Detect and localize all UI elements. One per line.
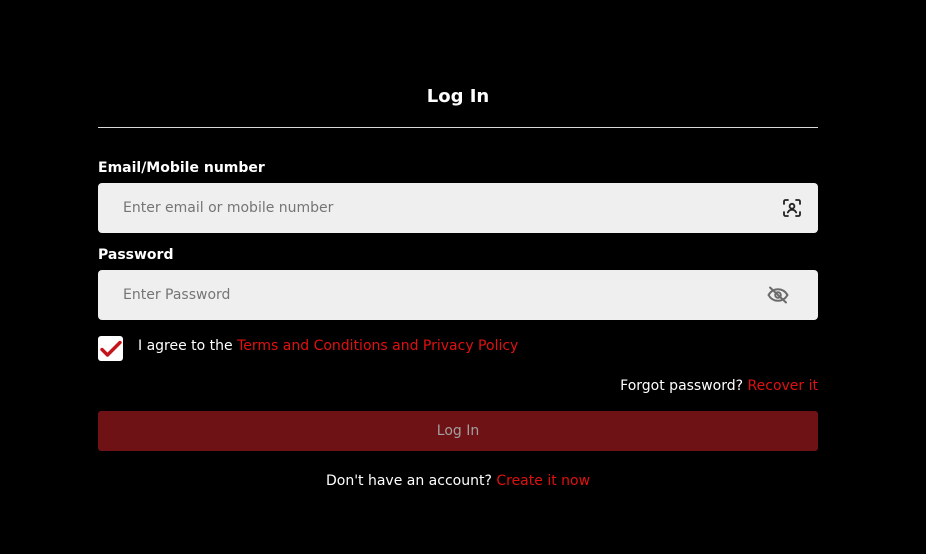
password-field-container [98,270,818,320]
page-title: Log In [426,86,490,107]
login-button[interactable]: Log In [98,411,818,451]
password-label: Password [98,247,174,263]
signup-text: Don't have an account? [325,473,497,489]
title-divider [98,127,818,128]
email-label: Email/Mobile number [98,160,265,176]
email-input[interactable] [98,183,738,233]
agreement-text: I agree to the Terms and Conditions and … [138,337,518,355]
email-field-container [98,183,818,233]
create-account-link[interactable]: Create it now [496,473,590,489]
login-page: Log In Email/Mobile number Password [0,0,926,554]
forgot-password-row: Forgot password? Recover it [620,377,818,395]
agree-checkbox[interactable] [98,336,123,361]
face-scan-icon[interactable] [781,197,803,219]
checkmark-icon [99,340,122,357]
eye-off-icon[interactable] [767,284,789,306]
signup-row: Don't have an account? Create it now [98,472,818,490]
agreement-prefix: I agree to the [138,338,238,354]
recover-link[interactable]: Recover it [748,378,818,394]
password-input[interactable] [98,270,738,320]
terms-privacy-link[interactable]: Terms and Conditions and Privacy Policy [237,338,518,354]
forgot-password-text: Forgot password? [620,378,748,394]
